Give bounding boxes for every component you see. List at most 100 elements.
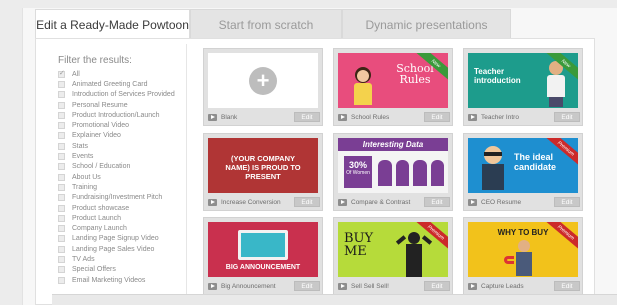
card-label: Blank	[221, 113, 238, 121]
filter-label: Landing Page Sales Video	[72, 245, 155, 253]
checkbox[interactable]	[58, 122, 65, 130]
thumbnail-compare-contrast: Interesting Data 30% Of Women	[338, 138, 448, 193]
filter-label: Animated Greeting Card	[72, 80, 148, 88]
card-label: Compare & Contrast	[351, 198, 411, 206]
thumbnail-increase-conversion: (YOUR COMPANY NAME) IS PROUD TO PRESENT	[208, 138, 318, 193]
thumbnail-teacher-intro: Teacher introduction New	[468, 53, 578, 108]
play-icon[interactable]	[208, 282, 217, 290]
stat-sub: Of Women	[346, 170, 370, 176]
checkbox[interactable]	[58, 266, 65, 274]
filter-label: Promotional Video	[72, 122, 130, 130]
checkbox[interactable]	[58, 69, 65, 78]
filter-label: All	[72, 70, 80, 78]
checkbox[interactable]	[58, 245, 65, 253]
card-footer: Blank Edit	[208, 111, 320, 123]
checkbox[interactable]	[58, 204, 65, 212]
card-footer: Big Announcement Edit	[208, 280, 320, 292]
checkbox[interactable]	[58, 173, 65, 181]
edit-button[interactable]: Edit	[554, 112, 580, 122]
edit-button[interactable]: Edit	[424, 281, 450, 291]
tab-start-from-scratch[interactable]: Start from scratch	[190, 9, 342, 39]
filter-label: Personal Resume	[72, 101, 128, 109]
tab-dynamic-presentations[interactable]: Dynamic presentations	[342, 9, 511, 39]
edit-button[interactable]: Edit	[424, 112, 450, 122]
template-card-capture-leads[interactable]: WHY TO BUY Premium Capture Leads Edit	[463, 217, 583, 295]
ribbon-premium: Premium	[543, 222, 578, 253]
tab-edit-ready-made[interactable]: Edit a Ready-Made Powtoon	[35, 9, 190, 39]
filter-label: Introduction of Services Provided	[72, 91, 175, 99]
magnet-man-illustration	[504, 240, 544, 276]
filter-label: Training	[72, 183, 98, 191]
laptop-illustration	[238, 230, 288, 260]
thumbnail-capture-leads: WHY TO BUY Premium	[468, 222, 578, 277]
checkbox[interactable]	[58, 101, 65, 109]
card-footer: Teacher Intro Edit	[468, 111, 580, 123]
template-card-school-rules[interactable]: School Rules New School Rules Edit	[333, 48, 453, 126]
checkbox[interactable]	[58, 276, 65, 284]
play-icon[interactable]	[208, 198, 217, 206]
checkbox[interactable]	[58, 163, 65, 171]
template-card-compare-contrast[interactable]: Interesting Data 30% Of Women Compare & …	[333, 133, 453, 211]
play-icon[interactable]	[338, 113, 347, 121]
card-label: School Rules	[351, 113, 390, 121]
checkbox[interactable]	[58, 91, 65, 99]
stat-block: 30% Of Women	[344, 156, 372, 188]
edit-button[interactable]: Edit	[294, 281, 320, 291]
checkbox[interactable]	[58, 142, 65, 150]
template-panel: Filter the results: All Animated Greetin…	[35, 38, 595, 305]
play-icon[interactable]	[468, 113, 477, 121]
edit-button[interactable]: Edit	[424, 197, 450, 207]
edit-button[interactable]: Edit	[294, 197, 320, 207]
checkbox[interactable]	[58, 225, 65, 233]
checkbox[interactable]	[58, 214, 65, 222]
thumb-title: BUY ME	[344, 231, 374, 259]
play-icon[interactable]	[208, 113, 217, 121]
card-footer: Sell Sell Sell! Edit	[338, 280, 450, 292]
thumbnail-blank: +	[208, 53, 318, 108]
thumb-title: Interesting Data	[338, 138, 448, 151]
checkbox[interactable]	[58, 153, 65, 161]
card-label: CEO Resume	[481, 198, 522, 206]
template-card-teacher-intro[interactable]: Teacher introduction New Teacher Intro E…	[463, 48, 583, 126]
card-label: Teacher Intro	[481, 113, 519, 121]
thumb-title: (YOUR COMPANY NAME) IS PROUD TO PRESENT	[225, 154, 301, 181]
edit-button[interactable]: Edit	[294, 112, 320, 122]
stat-value: 30%	[348, 160, 367, 170]
card-footer: Compare & Contrast Edit	[338, 196, 450, 208]
play-icon[interactable]	[468, 282, 477, 290]
man-illustration	[395, 228, 433, 277]
bottom-scroll-bar[interactable]	[52, 294, 617, 305]
template-card-blank[interactable]: + Blank Edit	[203, 48, 323, 126]
filter-label: Fundraising/Investment Pitch	[72, 194, 163, 202]
thumbnail-big-announcement: BIG ANNOUNCEMENT	[208, 222, 318, 277]
tab-bar: Edit a Ready-Made Powtoon Start from scr…	[35, 9, 511, 39]
template-card-ceo-resume[interactable]: The ideal candidate Premium CEO Resume E…	[463, 133, 583, 211]
filter-label: School / Education	[72, 163, 131, 171]
people-icons	[378, 160, 444, 186]
filter-label: TV Ads	[72, 255, 95, 263]
play-icon[interactable]	[338, 198, 347, 206]
filter-label: Events	[72, 153, 94, 161]
thumb-title: The ideal candidate	[514, 152, 557, 172]
edit-button[interactable]: Edit	[554, 197, 580, 207]
template-card-sell-sell-sell[interactable]: BUY ME Premium Sell Sell Sell! Edit	[333, 217, 453, 295]
filter-label: Product showcase	[72, 204, 130, 212]
filter-label: Explainer Video	[72, 132, 121, 140]
thumbnail-sell-sell-sell: BUY ME Premium	[338, 222, 448, 277]
template-card-increase-conversion[interactable]: (YOUR COMPANY NAME) IS PROUD TO PRESENT …	[203, 133, 323, 211]
edit-button[interactable]: Edit	[554, 281, 580, 291]
checkbox[interactable]	[58, 183, 65, 191]
checkbox[interactable]	[58, 235, 65, 243]
play-icon[interactable]	[468, 198, 477, 206]
card-label: Sell Sell Sell!	[351, 282, 389, 290]
card-label: Big Announcement	[221, 282, 276, 290]
checkbox[interactable]	[58, 132, 65, 140]
checkbox[interactable]	[58, 194, 65, 202]
filter-label: Product Introduction/Launch	[72, 111, 160, 119]
checkbox[interactable]	[58, 255, 65, 263]
play-icon[interactable]	[338, 282, 347, 290]
checkbox[interactable]	[58, 80, 65, 88]
checkbox[interactable]	[58, 111, 65, 119]
template-card-big-announcement[interactable]: BIG ANNOUNCEMENT Big Announcement Edit	[203, 217, 323, 295]
card-footer: Increase Conversion Edit	[208, 196, 320, 208]
